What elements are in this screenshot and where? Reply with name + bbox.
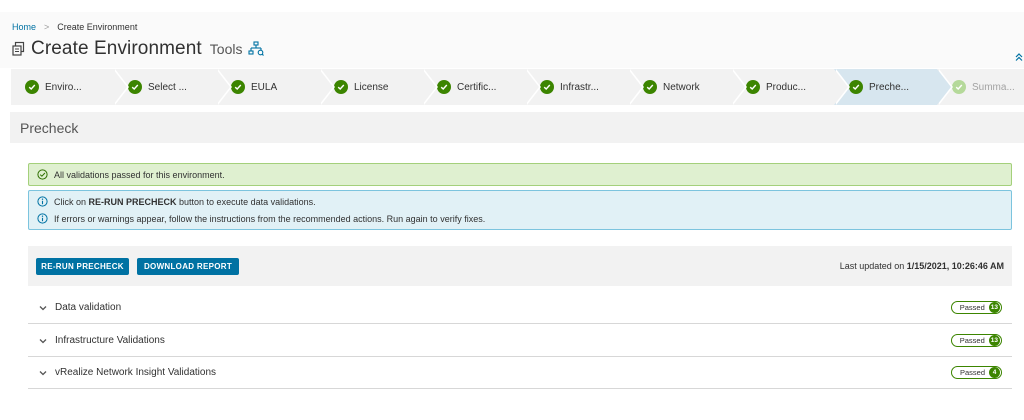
info-text-bold: RE-RUN PRECHECK [88,196,177,207]
info-alert-text-2: If errors or warnings appear, follow the… [54,213,486,224]
breadcrumb: Home > Create Environment [12,22,137,32]
page-title: Create Environment [31,38,202,59]
step-label: Network [663,81,700,93]
check-circle-icon [437,80,451,94]
check-circle-outline-icon [37,169,48,180]
info-text-prefix: Click on [54,196,89,207]
step-label: Certific... [457,81,497,93]
check-circle-icon [952,80,966,94]
step-environment[interactable]: Enviro... [11,69,129,105]
info-alert: Click on RE-RUN PRECHECK button to execu… [28,190,1012,230]
accordion-title: vRealize Network Insight Validations [55,367,217,378]
status-badge: Passed 4 [950,366,1002,379]
section-header: Precheck [10,112,1024,143]
step-label: Produc... [766,81,807,93]
environment-icon [11,41,27,57]
chevron-down-icon [38,303,48,313]
last-updated: Last updated on 1/15/2021, 10:26:46 AM [840,261,1004,271]
step-label: Preche... [869,81,910,93]
last-updated-value: 1/15/2021, 10:26:46 AM [906,261,1004,271]
accordion-infrastructure-validations[interactable]: Infrastructure Validations Passed 13 [28,325,1012,357]
info-alert-line: If errors or warnings appear, follow the… [37,213,485,224]
network-tree-icon[interactable] [248,41,265,57]
check-circle-icon [849,80,863,94]
status-badge: Passed 13 [950,334,1002,347]
step-label: Summa... [972,81,1015,93]
chevron-down-icon [38,336,48,346]
chevron-down-icon [38,368,48,378]
status-badge-text: Passed [959,303,985,312]
breadcrumb-home-link[interactable]: Home [12,22,36,32]
step-label: License [354,81,389,93]
status-badge: Passed 13 [950,301,1002,314]
rerun-precheck-button[interactable]: RE-RUN PRECHECK [36,258,129,275]
success-alert: All validations passed for this environm… [28,163,1012,186]
check-circle-icon [128,80,142,94]
check-circle-icon [643,80,657,94]
top-strip [0,0,1024,12]
step-label: Infrastr... [560,81,599,93]
info-circle-icon [37,196,48,207]
wizard-stepper: Enviro... Select ... EULA License Certif… [11,69,1024,105]
title-row: Create Environment Tools [11,38,265,60]
status-badge-text: Passed [959,336,985,345]
check-circle-icon [746,80,760,94]
breadcrumb-separator-icon: > [44,22,50,32]
status-badge-count: 13 [988,302,1000,313]
info-text-suffix: button to execute data validations. [176,196,316,207]
double-chevron-up-icon[interactable] [1014,52,1024,62]
accordion-data-validation[interactable]: Data validation Passed 13 [28,292,1012,324]
check-circle-icon [25,80,39,94]
accordion-title: Infrastructure Validations [55,335,165,346]
accordion-vrni-validations[interactable]: vRealize Network Insight Validations Pas… [28,357,1012,389]
last-updated-label: Last updated on [839,261,907,271]
accordion-title: Data validation [55,302,122,313]
page-header: Home > Create Environment Create Environ… [0,12,1024,68]
info-alert-line: Click on RE-RUN PRECHECK button to execu… [37,196,316,207]
precheck-toolbar: RE-RUN PRECHECK DOWNLOAD REPORT Last upd… [28,246,1012,286]
breadcrumb-current: Create Environment [57,22,138,32]
download-report-button[interactable]: DOWNLOAD REPORT [137,258,239,275]
info-alert-text: Click on RE-RUN PRECHECK button to execu… [54,197,316,207]
section-title: Precheck [20,120,79,136]
tools-label: Tools [209,41,243,57]
info-circle-icon [37,213,48,224]
status-badge-count: 13 [988,335,1000,346]
status-badge-text: Passed [959,368,985,377]
success-alert-text: All validations passed for this environm… [54,169,225,180]
check-circle-icon [540,80,554,94]
step-label: EULA [251,81,278,93]
step-label: Enviro... [45,81,82,93]
check-circle-icon [334,80,348,94]
status-badge-count: 4 [989,367,1000,378]
check-circle-icon [231,80,245,94]
step-label: Select ... [148,81,187,93]
